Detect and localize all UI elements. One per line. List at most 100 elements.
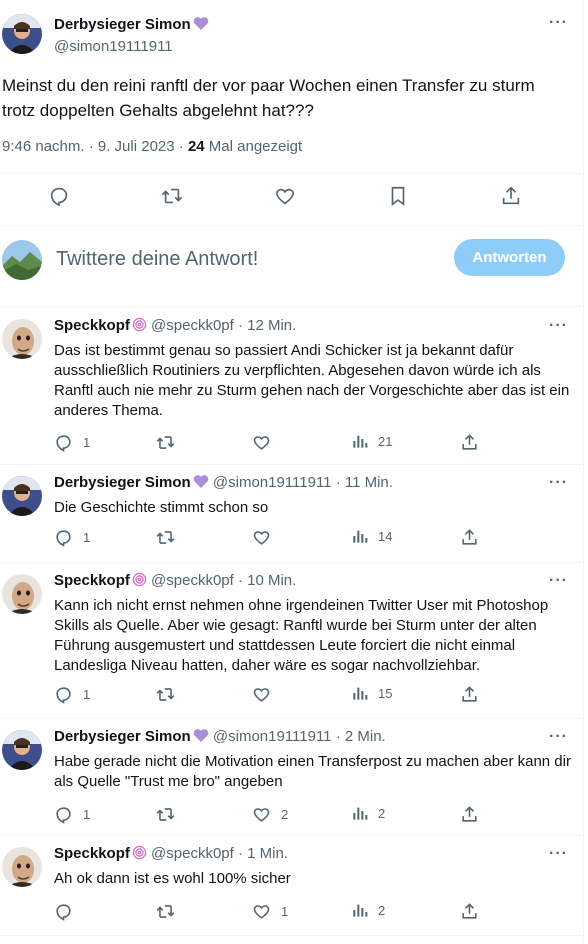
bookmark-icon[interactable] [386, 184, 410, 208]
author-name[interactable]: Speckkopf [54, 572, 130, 589]
like-action[interactable]: 2 [252, 805, 288, 824]
tweet-timestamp[interactable]: · 11 Min. [332, 474, 393, 491]
author-name[interactable]: Derbysieger Simon [54, 16, 191, 33]
share-icon[interactable] [460, 685, 479, 704]
divider [0, 835, 584, 836]
avatar[interactable] [2, 319, 42, 359]
like-action[interactable]: 1 [252, 902, 288, 921]
purple-heart-icon [193, 16, 209, 36]
views-action[interactable]: 21 [352, 433, 392, 449]
reply-tweet[interactable]: Derbysieger Simon @simon19111911 · 2 Min… [0, 728, 584, 838]
reply-action[interactable]: 1 [54, 685, 90, 704]
avatar[interactable] [2, 14, 42, 54]
reply-tweet[interactable]: Speckkopf @speckk0pf · 12 Min. ··· Das ist… [0, 317, 584, 452]
like-action[interactable] [252, 685, 281, 704]
author-handle[interactable]: @speckk0pf [151, 572, 234, 589]
share-action[interactable] [460, 685, 479, 704]
reply-count: 1 [83, 435, 91, 450]
share-action[interactable] [460, 528, 479, 547]
tweet-timestamp[interactable]: · 1 Min. [234, 845, 288, 862]
more-options-icon[interactable]: ··· [549, 845, 568, 863]
reply-input[interactable]: Twittere deine Antwort! [56, 248, 258, 271]
like-icon[interactable] [273, 184, 297, 208]
author-handle[interactable]: @simon19111911 [213, 728, 332, 745]
reply-action[interactable]: 1 [54, 805, 90, 824]
share-icon[interactable] [460, 902, 479, 921]
reply-tweet[interactable]: Speckkopf @speckk0pf · 10 Min. ··· Kann ic… [0, 572, 584, 704]
reply-icon[interactable] [54, 685, 73, 704]
reply-action[interactable] [54, 902, 83, 921]
author-name[interactable]: Derbysieger Simon [54, 728, 191, 745]
retweet-action[interactable] [156, 433, 185, 452]
views-icon[interactable] [352, 685, 368, 701]
reply-tweet[interactable]: Speckkopf @speckk0pf · 1 Min. ··· Ah ok da… [0, 845, 584, 944]
share-icon[interactable] [460, 528, 479, 547]
views-action[interactable]: 14 [352, 528, 392, 544]
reply-action[interactable]: 1 [54, 528, 90, 547]
divider [0, 464, 584, 465]
more-options-icon[interactable]: ··· [549, 317, 568, 335]
reply-button[interactable]: Antworten [454, 239, 565, 276]
share-action[interactable] [460, 433, 479, 452]
share-icon[interactable] [460, 805, 479, 824]
retweet-icon[interactable] [156, 902, 175, 921]
author-name[interactable]: Speckkopf [54, 845, 130, 862]
share-icon[interactable] [460, 433, 479, 452]
avatar[interactable] [2, 574, 42, 614]
tweet-timestamp[interactable]: · 2 Min. [332, 728, 386, 745]
author-handle[interactable]: @simon19111911 [54, 38, 173, 55]
author-name[interactable]: Derbysieger Simon [54, 474, 191, 491]
reply-icon[interactable] [54, 528, 73, 547]
views-action[interactable]: 2 [352, 902, 385, 918]
views-action[interactable]: 15 [352, 685, 392, 701]
share-action[interactable] [460, 805, 479, 824]
avatar[interactable] [2, 730, 42, 770]
reply-icon[interactable] [54, 805, 73, 824]
retweet-action[interactable] [156, 528, 185, 547]
retweet-action[interactable] [156, 902, 185, 921]
retweet-icon[interactable] [156, 685, 175, 704]
like-action[interactable] [252, 528, 281, 547]
like-icon[interactable] [252, 902, 271, 921]
more-options-icon[interactable]: ··· [549, 14, 568, 32]
views-action[interactable]: 2 [352, 805, 385, 821]
reply-header: Derbysieger Simon @simon19111911 · 2 Min… [54, 728, 386, 747]
retweet-icon[interactable] [160, 184, 184, 208]
like-icon[interactable] [252, 805, 271, 824]
views-icon[interactable] [352, 433, 368, 449]
views-icon[interactable] [352, 805, 368, 821]
retweet-icon[interactable] [156, 433, 175, 452]
avatar[interactable] [2, 476, 42, 516]
reply-icon[interactable] [47, 184, 71, 208]
tweet-metadata: 9:46 nachm. · 9. Juli 2023 · 24 Mal ange… [2, 138, 302, 155]
like-icon[interactable] [252, 685, 271, 704]
tweet-timestamp[interactable]: · 10 Min. [234, 572, 296, 589]
author-name[interactable]: Speckkopf [54, 317, 130, 334]
like-icon[interactable] [252, 528, 271, 547]
views-icon[interactable] [352, 902, 368, 918]
more-options-icon[interactable]: ··· [549, 728, 568, 746]
retweet-icon[interactable] [156, 528, 175, 547]
retweet-action[interactable] [156, 685, 185, 704]
retweet-action[interactable] [156, 805, 185, 824]
divider [0, 306, 584, 307]
author-handle[interactable]: @speckk0pf [151, 317, 234, 334]
author-handle[interactable]: @simon19111911 [213, 474, 332, 491]
retweet-icon[interactable] [156, 805, 175, 824]
like-action[interactable] [252, 433, 281, 452]
like-icon[interactable] [252, 433, 271, 452]
share-action[interactable] [460, 902, 479, 921]
avatar[interactable] [2, 847, 42, 887]
divider [0, 718, 584, 719]
tweet-timestamp[interactable]: · 12 Min. [234, 317, 296, 334]
reply-action[interactable]: 1 [54, 433, 90, 452]
author-handle[interactable]: @speckk0pf [151, 845, 234, 862]
more-options-icon[interactable]: ··· [549, 474, 568, 492]
more-options-icon[interactable]: ··· [549, 572, 568, 590]
reply-icon[interactable] [54, 433, 73, 452]
tweet-timestamp[interactable]: 9:46 nachm. · 9. Juli 2023 · [2, 138, 188, 155]
reply-tweet[interactable]: Derbysieger Simon @simon19111911 · 11 Mi… [0, 474, 584, 584]
views-icon[interactable] [352, 528, 368, 544]
reply-icon[interactable] [54, 902, 73, 921]
share-icon[interactable] [499, 184, 523, 208]
